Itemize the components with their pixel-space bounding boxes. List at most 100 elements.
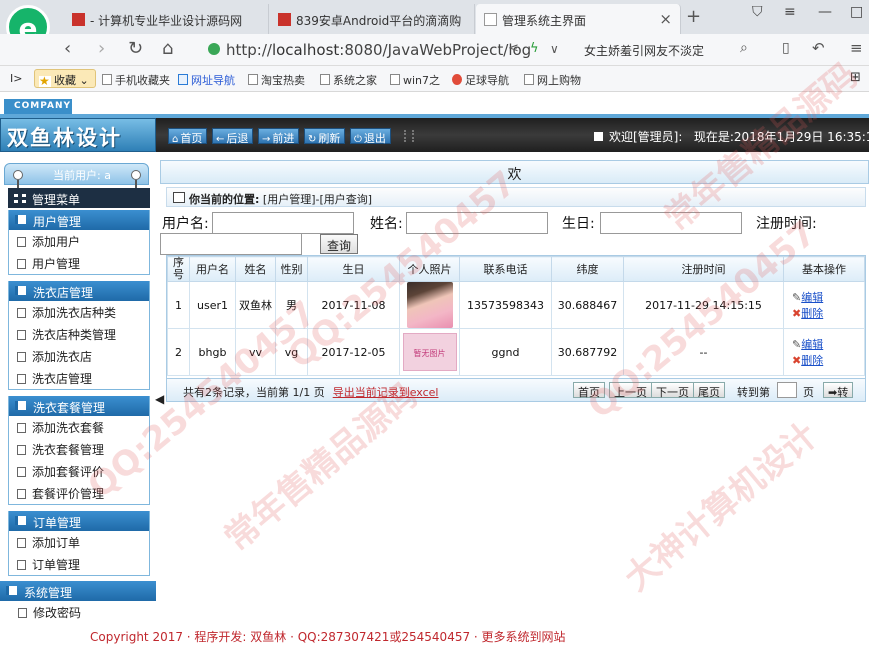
main-title: 欢 — [507, 167, 522, 183]
forward-arrow-icon[interactable]: › — [98, 38, 105, 59]
menu-lines-icon[interactable]: ≡ — [784, 4, 796, 20]
export-excel-link[interactable]: 导出当前记录到excel — [333, 386, 439, 399]
last-page-button[interactable]: 尾页 — [693, 382, 725, 399]
no-photo-placeholder[interactable]: 暂无图片 — [402, 333, 457, 371]
prev-page-button[interactable]: 上一页 — [609, 382, 652, 399]
maximize-icon[interactable]: □ — [850, 4, 863, 20]
delete-x-icon: ✖ — [792, 307, 802, 320]
cell-name: 双鱼林 — [235, 281, 276, 329]
cell-username: user1 — [189, 281, 236, 329]
new-tab-button[interactable]: + — [686, 6, 701, 27]
menu-item-laundry-type-manage[interactable]: 洗衣店种类管理 — [9, 323, 149, 345]
menu-item-review-manage[interactable]: 套餐评价管理 — [9, 482, 149, 504]
menu-item-label: 洗衣店种类管理 — [32, 328, 117, 342]
current-user: 当前用户: a — [53, 169, 111, 182]
document-icon — [17, 237, 26, 247]
menu-group-header[interactable]: 用户管理 — [9, 210, 149, 230]
cell-no: 2 — [167, 328, 190, 376]
delete-link[interactable]: 删除 — [801, 307, 823, 320]
menu-item-add-laundry-type[interactable]: 添加洗衣店种类 — [9, 301, 149, 323]
location-icon — [173, 192, 185, 203]
main-content: 欢 你当前的位置: [用户管理]-[用户查询] 用户名: 姓名: 生日: 注册时… — [160, 160, 869, 640]
lightning-icon[interactable]: ϟ — [530, 41, 539, 56]
document-icon — [17, 374, 26, 384]
menu-group-header[interactable]: 订单管理 — [9, 511, 149, 531]
menu-item-add-order[interactable]: 添加订单 — [9, 531, 149, 553]
menu-item-add-review[interactable]: 添加套餐评价 — [9, 460, 149, 482]
square-icon — [594, 132, 603, 141]
menu-item-add-user[interactable]: 添加用户 — [9, 230, 149, 252]
username-input[interactable] — [212, 212, 354, 234]
nav-back-button[interactable]: ← 后退 — [212, 128, 254, 145]
current-datetime: 2018年1月29日 16:35:15 — [733, 130, 869, 144]
page-icon — [524, 74, 534, 85]
app-logo: 双鱼林设计 — [0, 118, 156, 152]
phone-icon[interactable]: ▯ — [782, 40, 790, 56]
col-header: 基本操作 — [783, 256, 865, 282]
first-page-button[interactable]: 首页 — [573, 382, 605, 399]
document-icon — [17, 560, 26, 570]
undo-icon[interactable]: ↶ — [812, 39, 825, 57]
menu-group-laundry: 洗衣店管理 添加洗衣店种类 洗衣店种类管理 添加洗衣店 洗衣店管理 — [8, 281, 150, 390]
bookmark-football[interactable]: 足球导航 — [452, 72, 509, 88]
goto-button[interactable]: ➡转 — [823, 382, 854, 399]
welcome-text: 欢迎[管理员]: 现在是:2018年1月29日 16:35:15 — [594, 128, 869, 145]
name-input[interactable] — [406, 212, 548, 234]
share-icon[interactable]: ⋖ — [508, 41, 519, 56]
chevron-down-icon[interactable]: ∨ — [550, 42, 559, 56]
menu-group-header[interactable]: 系统管理 — [0, 581, 156, 601]
edit-link[interactable]: 编辑 — [801, 291, 823, 304]
goto-page-input[interactable] — [777, 382, 797, 398]
delete-link[interactable]: 删除 — [801, 354, 823, 367]
menu-item-label: 添加套餐评价 — [32, 465, 105, 479]
table-row: 1 user1 双鱼林 男 2017-11-08 13573598343 30.… — [167, 281, 865, 329]
apps-grid-icon[interactable]: ⊞ — [850, 70, 861, 85]
menu-group-header[interactable]: 洗衣套餐管理 — [9, 396, 149, 416]
menu-item-laundry-manage[interactable]: 洗衣店管理 — [9, 367, 149, 389]
browser-tab-2[interactable]: 839安卓Android平台的滴滴购 — [270, 4, 475, 34]
edit-link[interactable]: 编辑 — [801, 338, 823, 351]
shirt-skin-icon[interactable]: ⛉ — [752, 4, 763, 20]
bookmark-nav[interactable]: 网址导航 — [178, 72, 235, 88]
location-label: 你当前的位置: — [189, 193, 260, 206]
menu-item-order-manage[interactable]: 订单管理 — [9, 553, 149, 575]
back-arrow-icon[interactable]: ‹ — [64, 38, 71, 59]
hamburger-menu-icon[interactable]: ≡ — [850, 39, 863, 57]
bookmark-win7[interactable]: win7之 — [390, 72, 440, 88]
tab-title: 839安卓Android平台的滴滴购 — [296, 14, 462, 28]
menu-item-user-manage[interactable]: 用户管理 — [9, 252, 149, 274]
search-icon[interactable]: ⌕ — [740, 40, 748, 56]
regtime-label: 注册时间: — [756, 216, 817, 232]
nav-refresh-button[interactable]: ↻ 刷新 — [304, 128, 346, 145]
bookmark-shop[interactable]: 网上购物 — [524, 72, 581, 88]
query-button[interactable]: 查询 — [320, 234, 359, 254]
menu-group-header[interactable]: 洗衣店管理 — [9, 281, 149, 301]
bookmark-taobao[interactable]: 淘宝热卖 — [248, 72, 305, 88]
nav-home-button[interactable]: ⌂ 首页 — [168, 128, 208, 145]
birthday-input[interactable] — [600, 212, 742, 234]
menu-item-label: 套餐评价管理 — [32, 487, 105, 501]
browser-search-input[interactable]: 女主娇羞引网友不淡定 — [584, 42, 704, 59]
nav-logout-button[interactable]: ⏻ 退出 — [350, 128, 391, 145]
book-icon — [15, 215, 26, 224]
bookmark-collect[interactable]: ★ 收藏 ⌄ — [34, 69, 96, 88]
reload-icon[interactable]: ↻ — [128, 38, 143, 59]
nav-forward-button[interactable]: → 前进 — [258, 128, 300, 145]
menu-header-label: 管理菜单 — [32, 193, 81, 207]
bookmark-mobile[interactable]: 手机收藏夹 — [102, 72, 170, 88]
browser-tab-3-active[interactable]: 管理系统主界面 × — [476, 4, 681, 34]
menu-item-add-package[interactable]: 添加洗衣套餐 — [9, 416, 149, 438]
menu-item-package-manage[interactable]: 洗衣套餐管理 — [9, 438, 149, 460]
user-photo[interactable] — [406, 282, 453, 328]
footer-copyright: Copyright 2017 · 程序开发: 双鱼林 · QQ:28730742… — [90, 630, 566, 644]
regtime-input[interactable] — [160, 233, 302, 255]
menu-item-change-password[interactable]: 修改密码 — [0, 601, 156, 623]
minimize-icon[interactable]: — — [818, 4, 832, 20]
tab-close-icon[interactable]: × — [659, 10, 672, 28]
menu-item-add-laundry[interactable]: 添加洗衣店 — [9, 345, 149, 367]
home-icon[interactable]: ⌂ — [162, 38, 173, 59]
bookmark-xitong[interactable]: 系统之家 — [320, 72, 377, 88]
next-page-button[interactable]: 下一页 — [651, 382, 694, 399]
bookmarks-toggle-icon[interactable]: I> — [10, 72, 22, 85]
browser-tab-1[interactable]: - 计算机专业毕业设计源码网 — [64, 4, 269, 34]
